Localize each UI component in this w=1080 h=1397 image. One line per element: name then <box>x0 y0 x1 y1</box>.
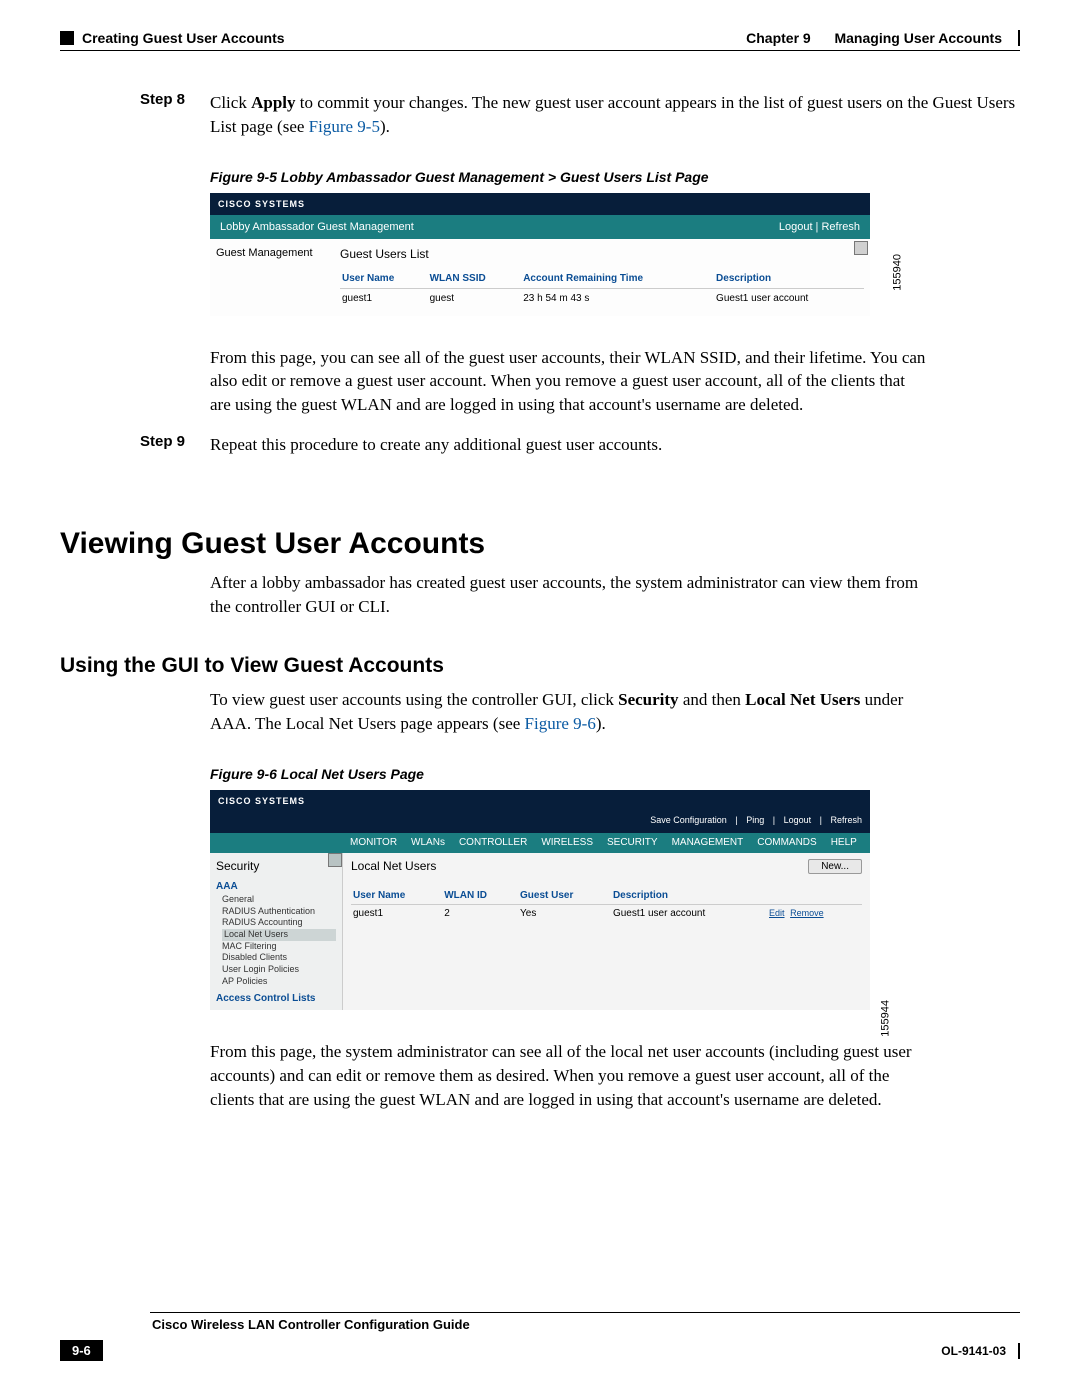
fig2-main-menu[interactable]: MONITOR WLANs CONTROLLER WIRELESS SECURI… <box>210 833 870 853</box>
fig2-col-desc: Description <box>611 887 767 905</box>
paragraph-gui-instructions: To view guest user accounts using the co… <box>210 688 930 736</box>
figure-9-6-caption: Figure 9-6 Local Net Users Page <box>210 766 1020 782</box>
figure-9-6: Cisco Systems Save Configuration | Ping … <box>210 790 870 1011</box>
menu-monitor[interactable]: MONITOR <box>350 837 397 848</box>
figure-9-5-link[interactable]: Figure 9-5 <box>309 117 380 136</box>
fig1-col-ssid: WLAN SSID <box>428 269 522 289</box>
step-9-text: Repeat this procedure to create any addi… <box>210 433 662 457</box>
heading-viewing-guest-user-accounts: Viewing Guest User Accounts <box>60 527 1020 561</box>
heading-using-gui: Using the GUI to View Guest Accounts <box>60 654 1020 678</box>
menu-wireless[interactable]: WIRELESS <box>541 837 593 848</box>
remove-link[interactable]: Remove <box>790 908 824 918</box>
fig1-bar-actions[interactable]: Logout | Refresh <box>779 221 860 233</box>
fig2-col-wlan: WLAN ID <box>442 887 518 905</box>
sidebar-aaa-heading[interactable]: AAA <box>216 881 336 892</box>
fig2-top-actions[interactable]: Save Configuration | Ping | Logout | Ref… <box>210 812 870 833</box>
header-tick-icon <box>1018 30 1020 46</box>
sidebar-item-mac-filtering[interactable]: MAC Filtering <box>222 941 336 953</box>
menu-commands[interactable]: COMMANDS <box>757 837 816 848</box>
fig2-col-user: User Name <box>351 887 442 905</box>
sidebar-item-radius-acct[interactable]: RADIUS Accounting <box>222 917 336 929</box>
cisco-logo-2: Cisco Systems <box>210 796 313 806</box>
edit-link[interactable]: Edit <box>769 908 785 918</box>
footer-ol-number: OL-9141-03 <box>941 1344 1006 1358</box>
fig1-page-title: Guest Users List <box>340 247 864 261</box>
fig1-bar-title: Lobby Ambassador Guest Management <box>220 221 414 233</box>
fig1-col-time: Account Remaining Time <box>521 269 714 289</box>
header-chapter: Chapter 9 <box>746 30 811 46</box>
step-8: Step 8 Click Apply to commit your change… <box>140 91 1020 139</box>
menu-security[interactable]: SECURITY <box>607 837 658 848</box>
footer-doc-title: Cisco Wireless LAN Controller Configurat… <box>152 1317 470 1332</box>
menu-wlans[interactable]: WLANs <box>411 837 445 848</box>
sidebar-item-user-login-policies[interactable]: User Login Policies <box>222 964 336 976</box>
sidebar-item-local-net-users[interactable]: Local Net Users <box>222 929 336 941</box>
header-square-icon <box>60 31 74 45</box>
paragraph-after-fig1: From this page, you can see all of the g… <box>210 346 930 417</box>
fig1-leftnav[interactable]: Guest Management <box>210 239 334 316</box>
figure-9-5-caption: Figure 9-5 Lobby Ambassador Guest Manage… <box>210 169 1020 185</box>
fig2-page-title: Local Net Users <box>351 859 436 873</box>
fig2-col-guest: Guest User <box>518 887 611 905</box>
fig1-col-user: User Name <box>340 269 428 289</box>
fig1-image-id: 155940 <box>892 254 904 291</box>
sidebar-item-radius-auth[interactable]: RADIUS Authentication <box>222 906 336 918</box>
sidebar-title-security: Security <box>216 859 336 873</box>
menu-controller[interactable]: CONTROLLER <box>459 837 527 848</box>
fig1-table: User Name WLAN SSID Account Remaining Ti… <box>340 269 864 308</box>
fig2-image-id: 155944 <box>880 1000 892 1037</box>
menu-management[interactable]: MANAGEMENT <box>672 837 744 848</box>
scrollbar-thumb-icon[interactable] <box>854 241 868 255</box>
header-title: Managing User Accounts <box>834 30 1002 46</box>
sidebar-item-general[interactable]: General <box>222 894 336 906</box>
step-9: Step 9 Repeat this procedure to create a… <box>140 433 1020 457</box>
paragraph-after-fig2: From this page, the system administrator… <box>210 1040 930 1111</box>
cisco-logo: Cisco Systems <box>210 199 313 209</box>
header-rule <box>60 50 1020 51</box>
menu-help[interactable]: HELP <box>831 837 857 848</box>
sidebar-acl-heading[interactable]: Access Control Lists <box>216 993 336 1004</box>
figure-9-6-link[interactable]: Figure 9-6 <box>525 714 596 733</box>
running-header: Creating Guest User Accounts Chapter 9 M… <box>60 30 1020 46</box>
scroll-up-icon[interactable] <box>328 853 342 867</box>
sidebar-item-disabled-clients[interactable]: Disabled Clients <box>222 952 336 964</box>
footer-tick-icon <box>1018 1343 1020 1359</box>
step-8-text: Click Apply to commit your changes. The … <box>210 91 1020 139</box>
step-9-label: Step 9 <box>140 433 210 450</box>
fig2-table: User Name WLAN ID Guest User Description… <box>351 887 862 922</box>
figure-9-5: Cisco Systems Lobby Ambassador Guest Man… <box>210 193 870 316</box>
footer-page-number: 9-6 <box>60 1340 103 1361</box>
fig1-row[interactable]: guest1 guest 23 h 54 m 43 s Guest1 user … <box>340 288 864 308</box>
step-8-label: Step 8 <box>140 91 210 108</box>
new-button[interactable]: New... <box>808 859 862 874</box>
header-left-text: Creating Guest User Accounts <box>82 30 285 46</box>
fig2-row[interactable]: guest1 2 Yes Guest1 user account Edit Re… <box>351 904 862 922</box>
fig2-sidebar: Security AAA General RADIUS Authenticati… <box>210 853 343 1011</box>
page-footer: Cisco Wireless LAN Controller Configurat… <box>60 1312 1020 1361</box>
sidebar-item-ap-policies[interactable]: AP Policies <box>222 976 336 988</box>
paragraph-viewing-intro: After a lobby ambassador has created gue… <box>210 571 930 619</box>
fig1-col-desc: Description <box>714 269 864 289</box>
